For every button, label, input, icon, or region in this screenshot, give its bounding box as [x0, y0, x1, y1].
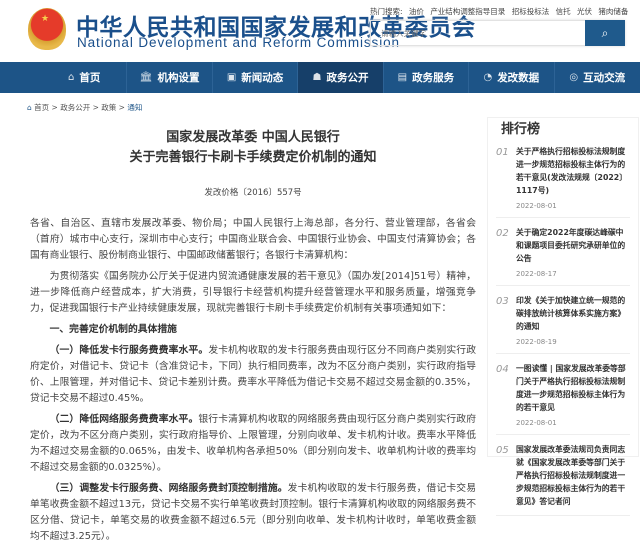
rank-title[interactable]: 国家发展改革委法规司负责同志就《国家发展改革委等部门关于严格执行招标投标法规制度…: [516, 443, 630, 508]
breadcrumb-gov[interactable]: 政务公开: [60, 103, 90, 112]
search-box: ⌕: [370, 20, 625, 46]
measure-heading: （二）降低网络服务费费率水平。: [49, 414, 199, 425]
rank-title[interactable]: 关于确定2022年度碳达峰碳中和课题项目委托研究承研单位的公告: [516, 226, 630, 265]
nav-interaction[interactable]: ◎ 互动交流: [555, 62, 640, 93]
home-icon: ⌂: [68, 72, 75, 83]
rank-number: 03: [496, 296, 509, 307]
nav-label: 首页: [79, 72, 101, 84]
document-icon: ▤: [397, 72, 408, 83]
national-emblem-logo[interactable]: [28, 8, 66, 50]
gov-icon: ☗: [312, 72, 322, 83]
ranking-title: 排行榜: [496, 118, 546, 137]
site-title-en[interactable]: National Development and Reform Commissi…: [77, 35, 400, 50]
ranking-item[interactable]: 04 一图读懂 | 国家发展改革委等部门关于严格执行招标投标法规制度进一步规范招标…: [496, 354, 630, 435]
rank-number: 04: [496, 364, 509, 375]
breadcrumb-notice[interactable]: 通知: [127, 103, 142, 112]
breadcrumb: ⌂ 首页 > 政务公开 > 政策 > 通知: [27, 103, 143, 112]
measure-paragraph: （一）降低发卡行服务费费率水平。发卡机构收取的发卡行服务费由现行区分不同商户类别…: [30, 343, 476, 407]
nav-label: 政务公开: [326, 72, 369, 84]
measure-heading: （一）降低发卡行服务费费率水平。: [49, 345, 209, 356]
search-button[interactable]: ⌕: [585, 20, 625, 46]
rank-date: 2022-08-01: [516, 202, 557, 210]
article-title-line2: 关于完善银行卡刷卡手续费定价机制的通知: [129, 150, 377, 165]
building-icon: 🏛: [139, 72, 153, 83]
nav-label: 互动交流: [583, 72, 626, 84]
nav-services[interactable]: ▤ 政务服务: [384, 62, 470, 93]
rank-date: 2022-08-01: [516, 419, 557, 427]
nav-label: 政务服务: [412, 72, 455, 84]
ranking-item[interactable]: 03 印发《关于加快建立统一规范的碳排放统计核算体系实施方案》的通知 2022-08…: [496, 286, 630, 354]
rank-date: 2022-08-19: [516, 338, 557, 346]
ranking-item[interactable]: 05 国家发展改革委法规司负责同志就《国家发展改革委等部门关于严格执行招标投标法规…: [496, 435, 630, 516]
nav-data[interactable]: ◔ 发改数据: [469, 62, 555, 93]
nav-label: 新闻动态: [241, 72, 284, 84]
rank-number: 01: [496, 147, 509, 158]
article: 国家发展改革委 中国人民银行 关于完善银行卡刷卡手续费定价机制的通知 发改价格〔…: [30, 128, 476, 545]
article-title-line1: 国家发展改革委 中国人民银行: [166, 130, 340, 145]
nav-news[interactable]: ▣ 新闻动态: [213, 62, 299, 93]
measure-heading: （三）调整发卡行服务费、网络服务费封顶控制措施。: [49, 483, 288, 494]
search-icon: ⌕: [601, 26, 609, 40]
nav-label: 发改数据: [497, 72, 540, 84]
recipients: 各省、自治区、直辖市发展改革委、物价局；中国人民银行上海总部，各分行、营业管理部…: [30, 218, 476, 261]
ranking-sidebar: 排行榜 01 关于严格执行招标投标法规制度进一步规范招标投标主体行为的若干意见(发…: [487, 117, 639, 516]
rank-date: 2022-08-17: [516, 270, 557, 278]
hot-term[interactable]: 招标投标法: [512, 7, 550, 16]
main-nav: ⌂ 首页 🏛 机构设置 ▣ 新闻动态 ☗ 政务公开 ▤ 政务服务 ◔ 发改数据 ◎ 互动交流: [0, 62, 640, 93]
measure-paragraph: （三）调整发卡行服务费、网络服务费封顶控制措施。发卡机构收取的发卡行服务费，借记…: [30, 481, 476, 545]
rank-title[interactable]: 关于严格执行招标投标法规制度进一步规范招标投标主体行为的若干意见(发改法规规〔2…: [516, 145, 630, 197]
section-heading: 一、完善定价机制的具体措施: [49, 324, 177, 335]
hot-term[interactable]: 猪肉储备: [598, 7, 628, 16]
nav-home[interactable]: ⌂ 首页: [42, 62, 128, 93]
rank-title[interactable]: 印发《关于加快建立统一规范的碳排放统计核算体系实施方案》的通知: [516, 294, 630, 333]
measure-paragraph: （二）降低网络服务费费率水平。银行卡清算机构收取的网络服务费由现行区分商户类别实…: [30, 412, 476, 476]
nav-label: 机构设置: [157, 72, 200, 84]
nav-gov-affairs[interactable]: ☗ 政务公开: [298, 62, 384, 93]
hot-term[interactable]: 光伏: [577, 7, 592, 16]
ranking-item[interactable]: 01 关于严格执行招标投标法规制度进一步规范招标投标主体行为的若干意见(发改法规规…: [496, 137, 630, 218]
nav-organization[interactable]: 🏛 机构设置: [127, 62, 213, 93]
breadcrumb-policy[interactable]: 政策: [101, 103, 116, 112]
search-input[interactable]: [371, 21, 586, 46]
rank-title[interactable]: 一图读懂 | 国家发展改革委等部门关于严格执行招标投标法规制度进一步规范招标投标…: [516, 362, 630, 414]
home-icon: ⌂: [27, 103, 32, 112]
hot-term[interactable]: 信托: [556, 7, 571, 16]
site-header: 中华人民共和国国家发展和改革委员会 National Development a…: [0, 0, 640, 62]
hot-term[interactable]: 产业结构调整指导目录: [430, 7, 505, 16]
hot-term[interactable]: 油价: [409, 7, 424, 16]
pie-chart-icon: ◔: [483, 72, 493, 83]
rank-number: 05: [496, 445, 509, 456]
ranking-item[interactable]: 02 关于确定2022年度碳达峰碳中和课题项目委托研究承研单位的公告 2022-08…: [496, 218, 630, 286]
intro-paragraph: 为贯彻落实《国务院办公厅关于促进内贸流通健康发展的若干意见》（国办发[2014]…: [30, 271, 476, 314]
hot-search-label: 热门搜索:: [370, 7, 403, 16]
breadcrumb-home[interactable]: 首页: [34, 103, 49, 112]
document-number: 发改价格〔2016〕557号: [204, 188, 302, 198]
chat-icon: ◎: [569, 72, 579, 83]
hot-search: 热门搜索: 油价 产业结构调整指导目录 招标投标法 信托 光伏 猪肉储备: [370, 6, 632, 17]
news-icon: ▣: [226, 72, 237, 83]
rank-number: 02: [496, 228, 509, 239]
